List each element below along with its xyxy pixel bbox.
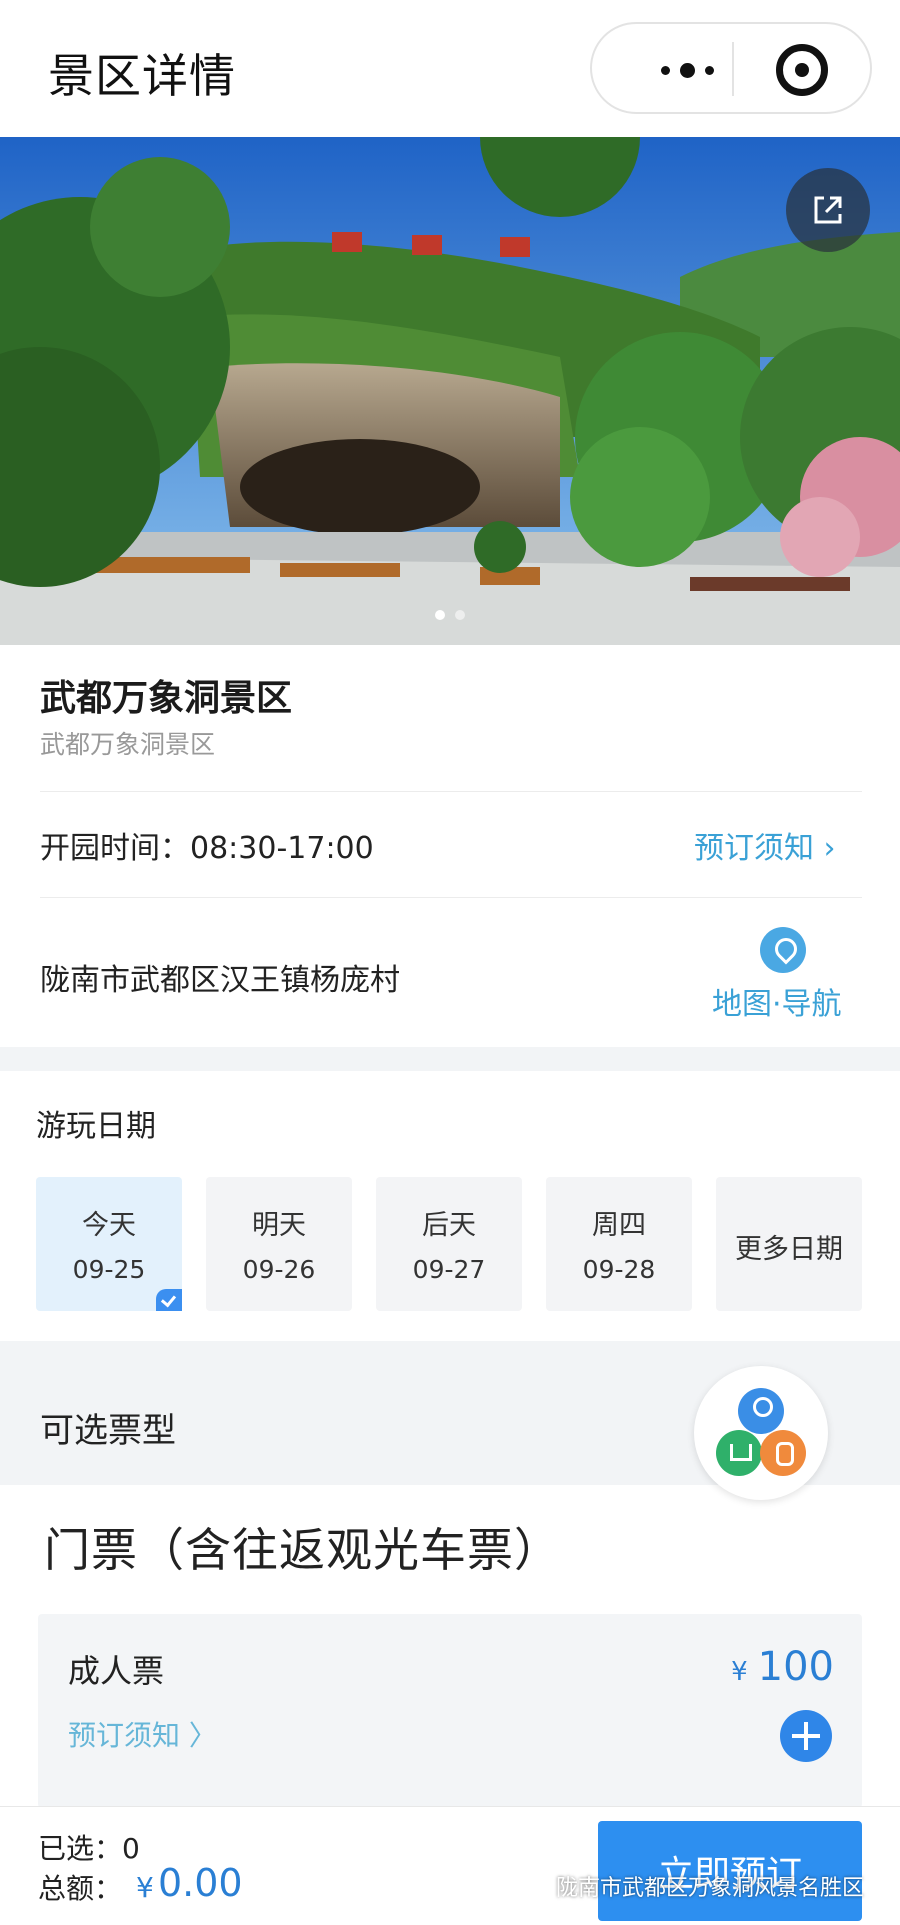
divider xyxy=(40,897,862,898)
more-dates-label: 更多日期 xyxy=(735,1234,843,1265)
carousel-dot xyxy=(435,610,445,620)
selected-check-icon xyxy=(156,1289,182,1311)
hero-banner[interactable] xyxy=(0,137,900,645)
ticket-types-title: 可选票型 xyxy=(40,1411,176,1451)
user-icon xyxy=(738,1388,784,1434)
add-ticket-plus-icon[interactable] xyxy=(780,1710,832,1762)
wechat-icon xyxy=(512,1874,548,1898)
play-date-section: 游玩日期 今天 09-25 明天 09-26 后天 09-27 周四 09-28… xyxy=(0,1071,900,1341)
booking-notice-link[interactable]: 预订须知 › xyxy=(694,823,836,867)
play-date-title: 游玩日期 xyxy=(36,1109,156,1144)
share-button[interactable] xyxy=(786,168,870,252)
more-dates-button[interactable]: 更多日期 xyxy=(716,1177,862,1311)
section-gap xyxy=(0,1341,900,1365)
opening-hours: 开园时间：08:30-17:00 xyxy=(40,831,374,866)
ticket-name: 成人票 xyxy=(68,1652,165,1690)
date-day-label: 明天 xyxy=(252,1210,306,1241)
date-day-label: 周四 xyxy=(592,1210,646,1241)
carousel-indicator xyxy=(0,610,900,620)
date-value: 09-26 xyxy=(242,1255,316,1284)
location-pin-icon[interactable] xyxy=(760,927,806,973)
date-value: 09-25 xyxy=(72,1255,146,1284)
total-amount: 0.00 xyxy=(158,1861,243,1905)
spot-address: 陇南市武都区汉王镇杨庞村 xyxy=(40,963,400,998)
date-value: 09-28 xyxy=(582,1255,656,1284)
section-gap xyxy=(0,1047,900,1071)
spot-name: 武都万象洞景区 xyxy=(40,678,293,719)
date-selector: 今天 09-25 明天 09-26 后天 09-27 周四 09-28 更多日期 xyxy=(36,1177,866,1311)
spot-info-section: 武都万象洞景区 武都万象洞景区 开园时间：08:30-17:00 预订须知 › … xyxy=(0,645,900,1047)
selected-count: 已选：0 xyxy=(38,1832,140,1865)
more-menu-icon[interactable] xyxy=(632,52,742,88)
price-value: 100 xyxy=(757,1644,834,1690)
hero-landscape-image xyxy=(0,137,900,645)
ticket-group-title: 门票（含往返观光车票） xyxy=(44,1523,561,1577)
money-bag-icon xyxy=(760,1430,806,1476)
date-option-today[interactable]: 今天 09-25 xyxy=(36,1177,182,1311)
ticket-booking-notice-link[interactable]: 预订须知 〉 xyxy=(68,1714,217,1754)
capsule-divider xyxy=(732,42,734,96)
page-title: 景区详情 xyxy=(48,49,236,103)
total-label: 总额： xyxy=(38,1872,123,1905)
spot-subtitle: 武都万象洞景区 xyxy=(40,730,216,759)
floating-service-button[interactable] xyxy=(694,1366,828,1500)
close-target-icon[interactable] xyxy=(776,44,828,96)
date-option-thursday[interactable]: 周四 09-28 xyxy=(546,1177,692,1311)
wechat-watermark: 陇南市武都区万象洞风景名胜区 xyxy=(512,1866,864,1906)
carousel-dot xyxy=(455,610,465,620)
watermark-text: 陇南市武都区万象洞风景名胜区 xyxy=(556,1876,865,1901)
date-value: 09-27 xyxy=(412,1255,486,1284)
ticket-price: ¥ 100 xyxy=(731,1644,834,1690)
divider xyxy=(40,791,862,792)
top-nav-bar: 景区详情 xyxy=(0,0,900,137)
ticket-card-adult: 成人票 预订须知 〉 ¥ 100 xyxy=(38,1614,862,1808)
date-option-day-after[interactable]: 后天 09-27 xyxy=(376,1177,522,1311)
home-icon xyxy=(716,1430,762,1476)
date-day-label: 后天 xyxy=(422,1210,476,1241)
price-currency: ¥ xyxy=(731,1657,748,1687)
date-option-tomorrow[interactable]: 明天 09-26 xyxy=(206,1177,352,1311)
share-icon xyxy=(814,196,842,224)
map-navigation-link[interactable]: 地图·导航 xyxy=(712,979,842,1023)
total-currency: ¥ xyxy=(136,1871,154,1904)
mini-program-capsule xyxy=(590,22,872,114)
date-day-label: 今天 xyxy=(82,1210,136,1241)
